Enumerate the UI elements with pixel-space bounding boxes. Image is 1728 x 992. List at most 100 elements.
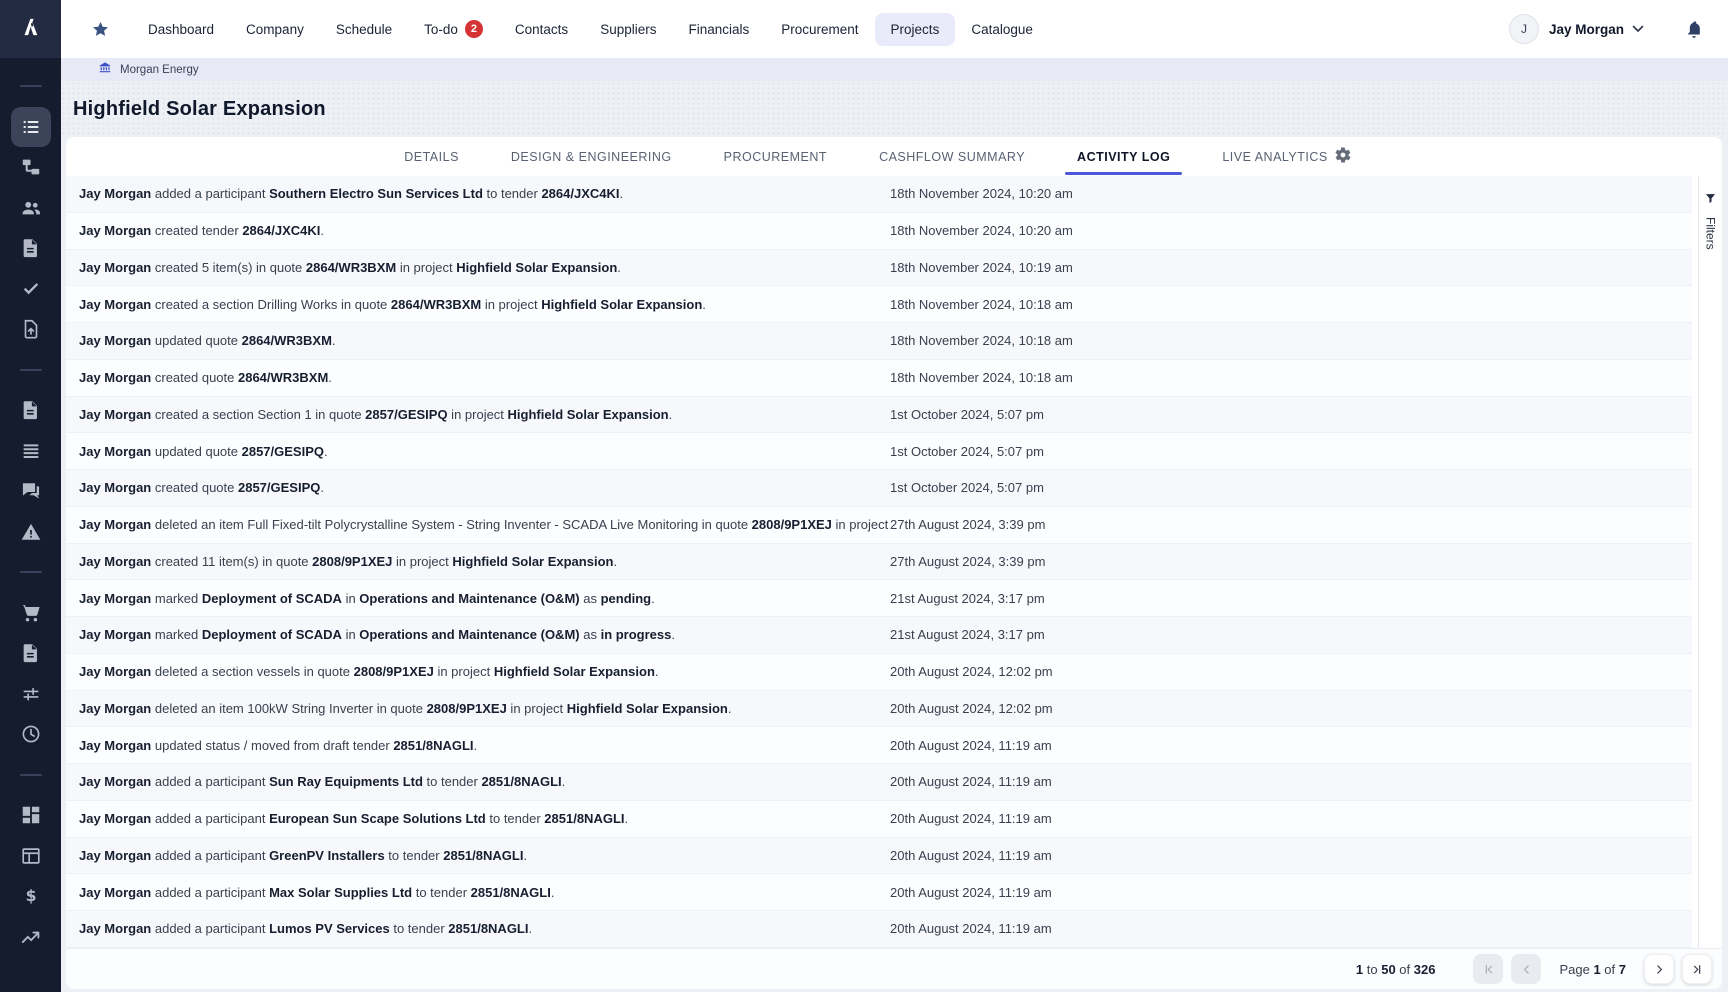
activity-text: Jay Morgan created 5 item(s) in quote 28… (66, 260, 890, 275)
avatar[interactable]: J (1509, 14, 1539, 44)
sidebar-item-records[interactable] (0, 431, 61, 472)
activity-text: Jay Morgan deleted a section vessels in … (66, 664, 890, 679)
sidebar-item-dashboard[interactable] (0, 795, 61, 836)
activity-text: Jay Morgan added a participant Sun Ray E… (66, 774, 890, 789)
tab-activity-log[interactable]: ACTIVITY LOG (1075, 139, 1172, 175)
activity-text: Jay Morgan added a participant GreenPV I… (66, 848, 890, 863)
trend-icon (20, 926, 42, 948)
sidebar-item-notes[interactable] (0, 390, 61, 431)
table-row: Jay Morgan created a section Section 1 i… (66, 397, 1692, 434)
sidebar-divider (0, 350, 61, 391)
activity-timestamp: 20th August 2024, 11:19 am (890, 921, 1052, 936)
filters-panel-toggle[interactable]: Filters (1698, 176, 1722, 948)
tab-details[interactable]: DETAILS (402, 139, 461, 175)
prev-page-button[interactable] (1511, 954, 1541, 984)
sidebar-item-time[interactable] (0, 714, 61, 755)
activity-timestamp: 18th November 2024, 10:18 am (890, 333, 1073, 348)
activity-timestamp: 18th November 2024, 10:18 am (890, 370, 1073, 385)
chat-icon (20, 480, 42, 502)
pagination-summary: 1 to 50 of 326 (1356, 962, 1436, 977)
activity-timestamp: 1st October 2024, 5:07 pm (890, 444, 1044, 459)
page-head: Highfield Solar Expansion (61, 81, 1728, 137)
sidebar-item-tasks[interactable] (0, 269, 61, 310)
app-logo[interactable] (0, 0, 61, 58)
sidebar-icons: $ (0, 58, 61, 957)
sidebar-item-messages[interactable] (0, 471, 61, 512)
table-row: Jay Morgan added a participant European … (66, 801, 1692, 838)
tune-icon (20, 683, 42, 705)
activity-text: Jay Morgan created quote 2864/WR3BXM. (66, 370, 890, 385)
activity-timestamp: 21st August 2024, 3:17 pm (890, 627, 1045, 642)
star-icon[interactable] (91, 20, 110, 39)
nav-item-schedule[interactable]: Schedule (320, 13, 408, 46)
table-row: Jay Morgan updated quote 2857/GESIPQ.1st… (66, 433, 1692, 470)
cart-icon (20, 602, 42, 624)
top-right: J Jay Morgan (1509, 14, 1704, 44)
activity-timestamp: 1st October 2024, 5:07 pm (890, 407, 1044, 422)
sidebar-item-quotes[interactable] (0, 633, 61, 674)
sidebar-item-alerts[interactable] (0, 512, 61, 553)
chevron-down-icon[interactable] (1632, 25, 1644, 33)
activity-text: Jay Morgan created 11 item(s) in quote 2… (66, 554, 890, 569)
sidebar-item-finance[interactable]: $ (0, 876, 61, 917)
table-row: Jay Morgan created quote 2864/WR3BXM.18t… (66, 360, 1692, 397)
nav-item-procurement[interactable]: Procurement (765, 13, 874, 46)
check-icon (20, 278, 42, 300)
nav-item-contacts[interactable]: Contacts (499, 13, 584, 46)
activity-timestamp: 20th August 2024, 11:19 am (890, 738, 1052, 753)
nav-item-company[interactable]: Company (230, 13, 320, 46)
nav-item-financials[interactable]: Financials (672, 13, 765, 46)
sidebar-item-tables[interactable] (0, 836, 61, 877)
bell-icon[interactable] (1684, 19, 1704, 40)
activity-text: Jay Morgan created a section Section 1 i… (66, 407, 890, 422)
activity-timestamp: 20th August 2024, 12:02 pm (890, 701, 1053, 716)
user-name[interactable]: Jay Morgan (1549, 22, 1624, 37)
gear-icon[interactable] (1334, 146, 1352, 164)
last-page-button[interactable] (1682, 954, 1712, 984)
nav-item-suppliers[interactable]: Suppliers (584, 13, 672, 46)
document-icon (20, 642, 42, 664)
table-row: Jay Morgan added a participant GreenPV I… (66, 838, 1692, 875)
nav-item-dashboard[interactable]: Dashboard (132, 13, 230, 46)
chevron-right-icon (1653, 963, 1666, 976)
table-row: Jay Morgan added a participant Max Solar… (66, 874, 1692, 911)
activity-timestamp: 18th November 2024, 10:18 am (890, 297, 1073, 312)
table-row: Jay Morgan created tender 2864/JXC4KI.18… (66, 213, 1692, 250)
sidebar-item-file-upload[interactable] (0, 309, 61, 350)
nav-item-to-do[interactable]: To-do2 (408, 11, 499, 47)
tab-procurement[interactable]: PROCUREMENT (722, 139, 829, 175)
nav-item-projects[interactable]: Projects (875, 13, 956, 46)
tab-design-engineering[interactable]: DESIGN & ENGINEERING (509, 139, 674, 175)
last-page-icon (1691, 963, 1704, 976)
sidebar-item-adjustments[interactable] (0, 674, 61, 715)
activity-text: Jay Morgan marked Deployment of SCADA in… (66, 627, 890, 642)
pagination-buttons-right (1644, 954, 1712, 984)
breadcrumb[interactable]: Morgan Energy (61, 58, 1728, 81)
first-page-icon (1482, 963, 1495, 976)
activity-timestamp: 27th August 2024, 3:39 pm (890, 554, 1045, 569)
sidebar-item-people[interactable] (0, 188, 61, 229)
page-indicator: Page 1 of 7 (1559, 962, 1626, 977)
activity-timestamp: 21st August 2024, 3:17 pm (890, 591, 1045, 606)
first-page-button[interactable] (1473, 954, 1503, 984)
tab-live-analytics[interactable]: LIVE ANALYTICS (1220, 139, 1329, 175)
activity-timestamp: 20th August 2024, 12:02 pm (890, 664, 1053, 679)
activity-text: Jay Morgan created quote 2857/GESIPQ. (66, 480, 890, 495)
filter-funnel-icon (1704, 192, 1717, 210)
todo-count-badge: 2 (465, 20, 483, 38)
dashboard-icon (20, 804, 42, 826)
dollar-icon: $ (20, 885, 42, 907)
tab-cashflow-summary[interactable]: CASHFLOW SUMMARY (877, 139, 1027, 175)
nav-item-catalogue[interactable]: Catalogue (955, 13, 1049, 46)
sidebar-item-hierarchy[interactable] (0, 147, 61, 188)
activity-timestamp: 20th August 2024, 11:19 am (890, 774, 1052, 789)
warning-icon (20, 521, 42, 543)
app-logo-icon (18, 14, 44, 45)
sidebar-item-analytics[interactable] (0, 917, 61, 958)
activity-timestamp: 20th August 2024, 11:19 am (890, 885, 1052, 900)
sidebar-item-documents[interactable] (0, 228, 61, 269)
table-row: Jay Morgan deleted an item Full Fixed-ti… (66, 507, 1692, 544)
sidebar-item-activity-list[interactable] (0, 107, 61, 148)
next-page-button[interactable] (1644, 954, 1674, 984)
sidebar-item-procurement[interactable] (0, 593, 61, 634)
